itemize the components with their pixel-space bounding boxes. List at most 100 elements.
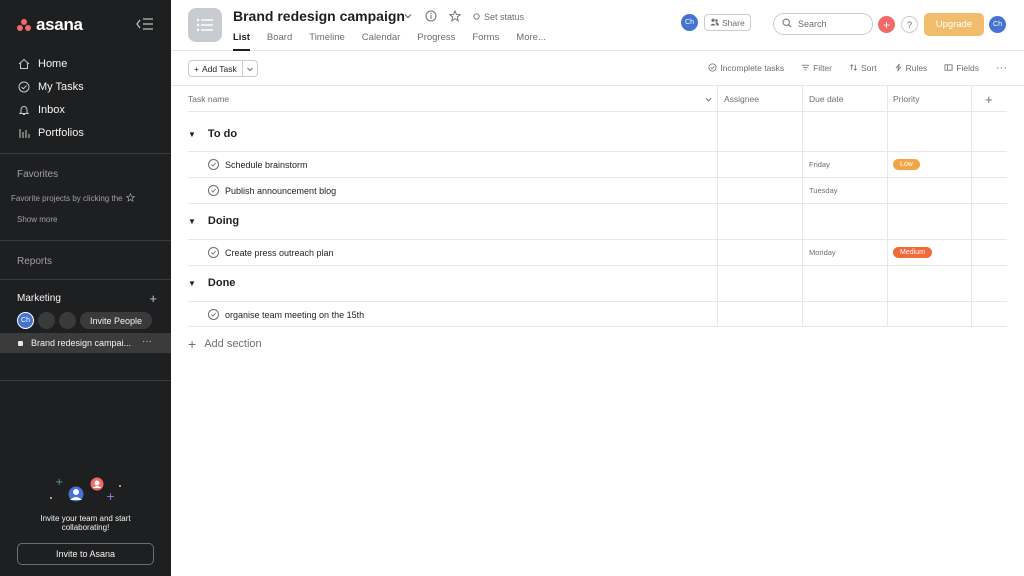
column-due-date[interactable]: Due date: [809, 86, 844, 112]
sidebar-item-label: My Tasks: [38, 80, 84, 93]
add-task-button[interactable]: + Add Task: [189, 61, 243, 76]
star-icon[interactable]: [448, 9, 462, 24]
chevron-down-icon[interactable]: [704, 86, 713, 112]
add-section-button[interactable]: + Add section: [188, 336, 262, 352]
avatar[interactable]: Ch: [681, 14, 698, 31]
complete-checkbox-icon[interactable]: [208, 185, 219, 196]
column-assignee[interactable]: Assignee: [724, 86, 759, 112]
add-task-label: Add Task: [201, 63, 237, 74]
task-name-cell: Publish announcement blog: [208, 178, 336, 203]
add-task-dropdown[interactable]: [243, 65, 257, 73]
table-row[interactable]: Create press outreach plan Monday Medium: [188, 239, 1007, 265]
show-more-link[interactable]: Show more: [17, 215, 57, 224]
row-divider: [188, 265, 1007, 266]
table-row[interactable]: Publish announcement blog Tuesday: [188, 177, 1007, 203]
complete-checkbox-icon[interactable]: [208, 247, 219, 258]
share-button[interactable]: Share: [704, 14, 751, 31]
triangle-down-icon[interactable]: ▼: [188, 279, 196, 288]
profile-avatar[interactable]: Ch: [989, 16, 1006, 33]
chevron-down-icon[interactable]: [403, 11, 413, 23]
section-header[interactable]: ▼ Done: [188, 273, 235, 293]
add-task-button-group: + Add Task: [188, 60, 258, 77]
due-date[interactable]: Friday: [809, 152, 830, 177]
sidebar-item-label: Portfolios: [38, 126, 84, 139]
row-divider: [188, 203, 1007, 204]
table-row[interactable]: organise team meeting on the 15th: [188, 301, 1007, 327]
reports-title[interactable]: Reports: [17, 256, 52, 267]
quick-add-button[interactable]: +: [878, 16, 895, 33]
sidebar: asana Home My Tasks Inbox Portfolios Fav…: [0, 0, 171, 576]
add-section-label: Add section: [204, 338, 262, 350]
column-priority[interactable]: Priority: [893, 86, 919, 112]
sort-button[interactable]: Sort: [849, 63, 877, 74]
sidebar-divider: [0, 380, 171, 381]
avatar[interactable]: Ch: [17, 312, 34, 329]
due-date[interactable]: Monday: [809, 240, 836, 265]
favorites-title[interactable]: Favorites: [17, 169, 58, 180]
sidebar-item-my-tasks[interactable]: My Tasks: [11, 75, 161, 98]
tab-board[interactable]: Board: [267, 32, 292, 51]
column-task-name[interactable]: Task name: [188, 86, 229, 112]
complete-checkbox-icon[interactable]: [208, 309, 219, 320]
project-more-icon[interactable]: ···: [142, 336, 152, 347]
star-icon: [125, 192, 135, 204]
sidebar-item-portfolios[interactable]: Portfolios: [11, 121, 161, 144]
asana-logo-icon: [17, 19, 31, 31]
triangle-down-icon[interactable]: ▼: [188, 217, 196, 226]
set-status-button[interactable]: Set status: [473, 12, 524, 22]
fields-icon: [944, 63, 953, 74]
invite-people-button[interactable]: Invite People: [80, 312, 153, 329]
task-name-cell: organise team meeting on the 15th: [208, 302, 364, 327]
rules-button[interactable]: Rules: [894, 63, 927, 74]
tab-calendar[interactable]: Calendar: [362, 32, 401, 51]
people-icon: [710, 18, 719, 28]
priority-badge[interactable]: Medium: [893, 247, 932, 258]
incomplete-tasks-button[interactable]: Incomplete tasks: [708, 62, 785, 74]
triangle-down-icon[interactable]: ▼: [188, 130, 196, 139]
due-date[interactable]: Tuesday: [809, 178, 838, 203]
sort-icon: [849, 63, 858, 74]
fields-label: Fields: [956, 63, 979, 73]
more-options-icon[interactable]: ···: [996, 62, 1007, 74]
collapse-sidebar-icon[interactable]: [135, 15, 155, 33]
bell-icon: [17, 103, 31, 117]
table-row[interactable]: Schedule brainstorm Friday Low: [188, 151, 1007, 177]
tab-more[interactable]: More...: [516, 32, 546, 51]
tab-progress[interactable]: Progress: [417, 32, 455, 51]
incomplete-label: Incomplete tasks: [720, 63, 785, 73]
lightning-icon: [894, 63, 903, 74]
search-input[interactable]: Search: [773, 13, 873, 35]
priority-badge[interactable]: Low: [893, 159, 920, 170]
fields-button[interactable]: Fields: [944, 63, 979, 74]
section-header[interactable]: ▼ To do: [188, 124, 237, 144]
search-placeholder: Search: [798, 19, 827, 29]
tab-list[interactable]: List: [233, 32, 250, 51]
help-button[interactable]: ?: [901, 16, 918, 33]
add-column-icon[interactable]: +: [985, 86, 993, 112]
tab-timeline[interactable]: Timeline: [309, 32, 345, 51]
filter-button[interactable]: Filter: [801, 63, 832, 74]
add-project-icon[interactable]: +: [149, 291, 157, 306]
page-title: Brand redesign campaign: [233, 8, 405, 24]
task-name: Publish announcement blog: [225, 185, 337, 196]
asana-logo[interactable]: asana: [17, 15, 83, 35]
team-members: Ch Invite People: [17, 312, 153, 329]
sidebar-item-inbox[interactable]: Inbox: [11, 98, 161, 121]
project-list-icon[interactable]: [188, 8, 222, 42]
team-header[interactable]: Marketing +: [17, 291, 157, 306]
info-icon[interactable]: [425, 10, 437, 24]
sort-label: Sort: [860, 63, 877, 73]
table-header: Task name Assignee Due date Priority +: [188, 86, 1007, 112]
sidebar-divider: [0, 153, 171, 154]
complete-checkbox-icon[interactable]: [208, 159, 219, 170]
invite-text: Invite your team and start collaborating…: [40, 514, 131, 532]
filter-icon: [801, 63, 810, 74]
section-title: Doing: [207, 215, 240, 227]
tab-forms[interactable]: Forms: [472, 32, 499, 51]
set-status-label: Set status: [484, 12, 525, 22]
invite-to-asana-button[interactable]: Invite to Asana: [17, 543, 154, 565]
upgrade-button[interactable]: Upgrade: [924, 13, 984, 36]
section-header[interactable]: ▼ Doing: [188, 211, 239, 231]
sidebar-item-project[interactable]: Brand redesign campai... ···: [0, 333, 171, 353]
sidebar-item-home[interactable]: Home: [11, 52, 161, 75]
